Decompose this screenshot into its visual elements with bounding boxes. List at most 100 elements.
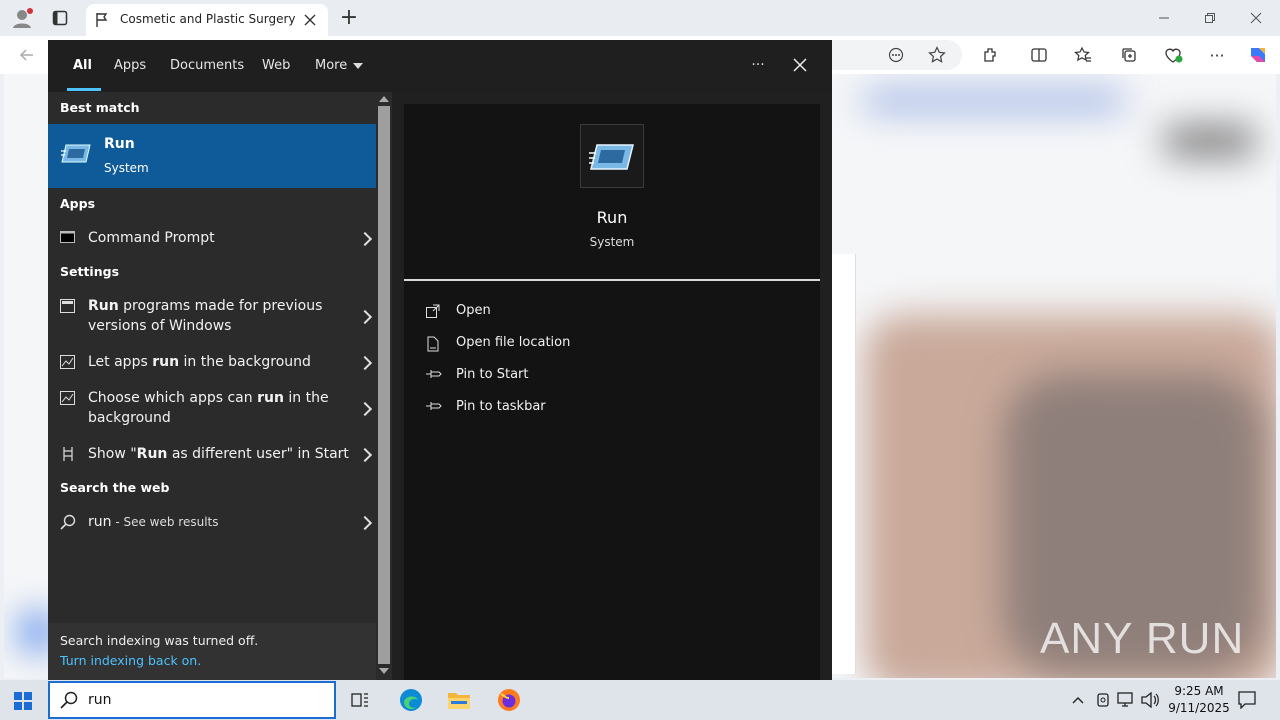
web-query: run — [88, 514, 112, 530]
best-match-subtitle: System — [104, 161, 149, 175]
more-options-icon[interactable]: ··· — [746, 54, 770, 76]
network-icon[interactable] — [1116, 691, 1136, 709]
pin-icon — [426, 400, 442, 414]
web-result[interactable]: run - See web results — [48, 512, 376, 534]
file-location-icon — [426, 336, 440, 352]
scroll-up-icon[interactable] — [378, 94, 390, 104]
page-button-blurred — [1164, 126, 1256, 156]
background-apps-icon — [60, 391, 75, 405]
settings-2-pre: Choose which apps can — [88, 390, 258, 406]
search-icon — [60, 514, 76, 530]
scroll-thumb[interactable] — [378, 106, 390, 664]
active-tab-indicator — [67, 88, 101, 91]
new-tab-button[interactable]: + — [338, 4, 360, 30]
copilot-icon[interactable] — [1246, 43, 1270, 67]
best-match-result[interactable]: Run System — [48, 124, 376, 188]
tab-all[interactable]: All — [73, 58, 92, 73]
action-open-file-location-label: Open file location — [456, 335, 571, 350]
clock-date: 9/11/2025 — [1168, 701, 1230, 715]
task-view-icon[interactable] — [348, 689, 372, 711]
chevron-right-icon[interactable] — [357, 309, 373, 325]
command-prompt-result[interactable]: Command Prompt — [48, 226, 376, 250]
system-clock[interactable]: 9:25 AM 9/11/2025 — [1160, 683, 1238, 717]
settings-result-compat[interactable]: Run programs made for previous versions … — [48, 296, 376, 336]
settings-0-post: programs made for previous — [118, 298, 323, 314]
settings-more-icon[interactable]: ··· — [1206, 44, 1228, 66]
settings-result-background[interactable]: Let apps run in the background — [48, 352, 376, 374]
reader-icon[interactable] — [886, 46, 906, 64]
best-match-heading: Best match — [60, 100, 140, 115]
edge-icon[interactable] — [398, 687, 424, 713]
chevron-right-icon[interactable] — [357, 231, 373, 247]
indexing-link[interactable]: Turn indexing back on. — [60, 653, 201, 668]
compatibility-icon — [60, 299, 75, 313]
detail-title: Run — [596, 208, 628, 227]
action-pin-to-start-label: Pin to Start — [456, 367, 529, 382]
chevron-up-icon[interactable] — [1070, 692, 1086, 708]
run-app-large-icon — [580, 124, 644, 188]
background-apps-icon — [60, 355, 75, 369]
settings-2-line2: background — [88, 410, 171, 426]
restore-icon[interactable] — [1198, 8, 1222, 28]
settings-heading: Settings — [60, 264, 120, 279]
scroll-down-icon[interactable] — [378, 666, 390, 676]
collections-icon[interactable] — [1118, 44, 1140, 66]
browser-tab[interactable]: Cosmetic and Plastic Surgery Surg — [86, 4, 328, 36]
taskbar-search-box[interactable]: run — [48, 681, 336, 719]
start-search-panel: All Apps Documents Web More ··· Best mat… — [48, 40, 832, 680]
action-open-file-location[interactable]: Open file location — [426, 335, 626, 353]
settings-3-pre: Show " — [88, 446, 137, 462]
browser-essentials-icon[interactable] — [1162, 44, 1184, 66]
favorite-star-icon[interactable] — [926, 45, 948, 65]
close-icon[interactable] — [790, 54, 810, 76]
search-filter-tabs: All Apps Documents Web More ··· — [48, 40, 832, 92]
action-pin-to-start[interactable]: Pin to Start — [426, 367, 626, 385]
profile-avatar-icon[interactable] — [10, 6, 34, 30]
pin-icon — [426, 368, 442, 382]
watermark: ANY RUN — [1040, 614, 1245, 663]
windows-start-icon[interactable] — [12, 690, 34, 712]
chevron-down-icon[interactable] — [352, 60, 364, 72]
command-prompt-label: Command Prompt — [88, 230, 215, 246]
chevron-right-icon[interactable] — [357, 515, 373, 531]
action-pin-to-taskbar[interactable]: Pin to taskbar — [426, 399, 626, 417]
tab-apps[interactable]: Apps — [114, 58, 146, 73]
action-pin-to-taskbar-label: Pin to taskbar — [456, 399, 546, 414]
chevron-right-icon[interactable] — [357, 447, 373, 463]
results-list: Best match Run System Apps Command Promp… — [48, 92, 376, 680]
chevron-right-icon[interactable] — [357, 401, 373, 417]
page-nav-blurred — [864, 94, 1124, 108]
settings-2-bold: run — [257, 390, 284, 406]
settings-result-different-user[interactable]: Show "Run as different user" in Start — [48, 444, 376, 466]
device-icon[interactable] — [1094, 691, 1112, 709]
back-icon[interactable] — [16, 44, 38, 66]
taskbar-search-input[interactable]: run — [88, 692, 112, 708]
tab-web[interactable]: Web — [262, 58, 290, 73]
apps-heading: Apps — [60, 196, 96, 211]
volume-icon[interactable] — [1140, 691, 1160, 709]
settings-0-line2: versions of Windows — [88, 318, 232, 334]
tab-documents[interactable]: Documents — [170, 58, 244, 73]
extensions-icon[interactable] — [980, 44, 1002, 66]
action-open[interactable]: Open — [426, 303, 626, 321]
page-white-card — [832, 254, 856, 674]
favorites-icon[interactable] — [1072, 44, 1094, 66]
browser-tab-bar: Cosmetic and Plastic Surgery Surg + — [0, 0, 1280, 36]
tab-actions-icon[interactable] — [50, 8, 70, 28]
result-detail-pane: Run System Open Open file location Pin t… — [404, 104, 820, 680]
tab-more[interactable]: More — [315, 58, 347, 73]
file-explorer-icon[interactable] — [446, 688, 472, 712]
split-screen-icon[interactable] — [1028, 44, 1050, 66]
address-bar-end[interactable] — [820, 40, 962, 70]
close-window-icon[interactable] — [1244, 8, 1268, 28]
settings-result-choose-apps[interactable]: Choose which apps can run in the backgro… — [48, 388, 376, 428]
settings-1-pre: Let apps — [88, 354, 153, 370]
results-scrollbar[interactable] — [376, 92, 392, 680]
minimize-icon[interactable] — [1152, 8, 1176, 28]
indexing-text: Search indexing was turned off. — [60, 633, 259, 648]
notification-icon[interactable] — [1236, 690, 1258, 710]
chevron-right-icon[interactable] — [357, 355, 373, 371]
close-tab-icon[interactable] — [302, 12, 318, 28]
firefox-icon[interactable] — [496, 687, 522, 713]
settings-1-bold: run — [152, 354, 180, 370]
